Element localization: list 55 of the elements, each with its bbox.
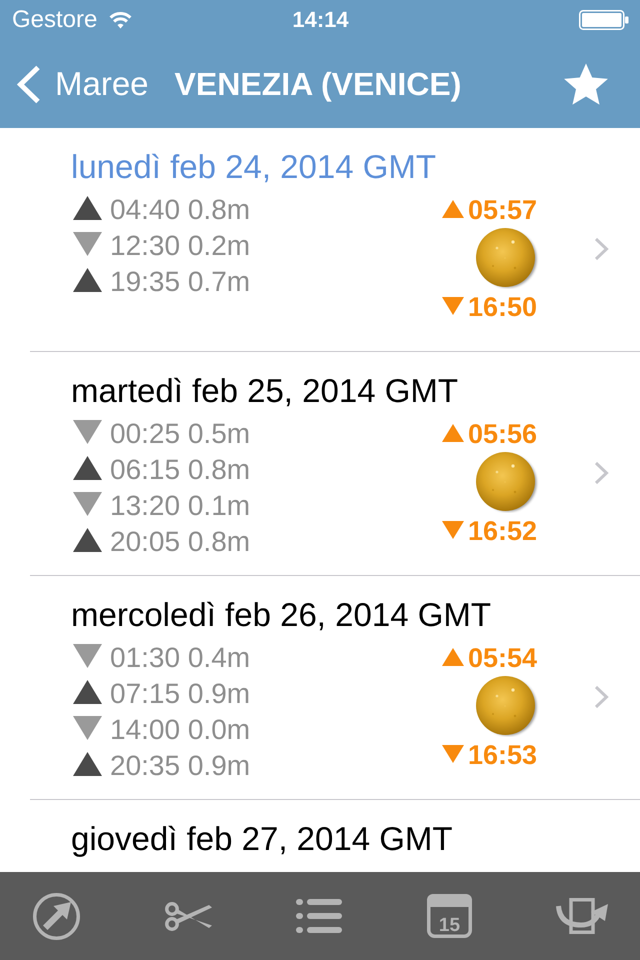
tide-reading: 13:20 0.1m (110, 489, 250, 523)
sunrise-time: 05:57 (468, 194, 537, 227)
sunset-time: 16:50 (468, 291, 537, 324)
up-triangle-icon (73, 528, 102, 552)
tide-reading: 20:35 0.9m (110, 749, 250, 783)
day-date: martedì feb 25, 2014 GMT (71, 371, 460, 411)
chevron-right-icon (594, 237, 609, 261)
carrier-name: Gestore (12, 6, 98, 34)
clock-time: 14:14 (292, 6, 349, 34)
sunrise-time: 05:54 (468, 642, 537, 675)
down-triangle-icon (73, 716, 102, 740)
up-triangle-icon (73, 752, 102, 776)
down-triangle-icon (442, 296, 464, 314)
chevron-right-icon (594, 461, 609, 485)
tide-reading: 19:35 0.7m (110, 265, 250, 299)
battery-icon (579, 10, 629, 30)
up-triangle-icon (73, 680, 102, 704)
scissors-icon[interactable] (164, 902, 212, 930)
day-date: giovedì feb 27, 2014 GMT (71, 819, 454, 859)
chevron-left-icon (16, 64, 41, 104)
arrow-circle-icon[interactable] (33, 892, 80, 940)
up-triangle-icon (73, 268, 102, 292)
chevron-right-icon (594, 685, 609, 709)
tide-reading: 14:00 0.0m (110, 713, 250, 747)
sunset-time: 16:52 (468, 515, 537, 548)
down-triangle-icon (73, 492, 102, 516)
up-triangle-icon (442, 424, 464, 442)
day-date: lunedì feb 24, 2014 GMT (71, 147, 438, 187)
up-triangle-icon (442, 648, 464, 666)
down-triangle-icon (73, 420, 102, 444)
down-triangle-icon (442, 744, 464, 762)
tide-reading: 06:15 0.8m (110, 453, 250, 487)
down-triangle-icon (73, 232, 102, 256)
down-triangle-icon (442, 520, 464, 538)
up-triangle-icon (442, 200, 464, 218)
wifi-icon (108, 11, 134, 29)
sun-icon (475, 452, 539, 513)
tray-arrow-icon[interactable] (556, 898, 608, 934)
list-icon[interactable] (296, 899, 342, 933)
tide-reading: 00:25 0.5m (110, 417, 250, 451)
tide-reading: 12:30 0.2m (110, 229, 250, 263)
tide-reading: 07:15 0.9m (110, 677, 250, 711)
sun-icon (475, 228, 539, 289)
up-triangle-icon (73, 456, 102, 480)
star-icon[interactable] (564, 63, 608, 105)
tide-reading: 01:30 0.4m (110, 641, 250, 675)
page-title: VENEZIA (VENICE) (174, 65, 462, 104)
down-triangle-icon (73, 644, 102, 668)
tide-reading: 20:05 0.8m (110, 525, 250, 559)
day-date: mercoledì feb 26, 2014 GMT (71, 595, 492, 635)
sun-icon (475, 676, 539, 737)
tide-reading: 04:40 0.8m (110, 193, 250, 227)
sunrise-time: 05:56 (468, 418, 537, 451)
up-triangle-icon (73, 196, 102, 220)
sunset-time: 16:53 (468, 739, 537, 772)
